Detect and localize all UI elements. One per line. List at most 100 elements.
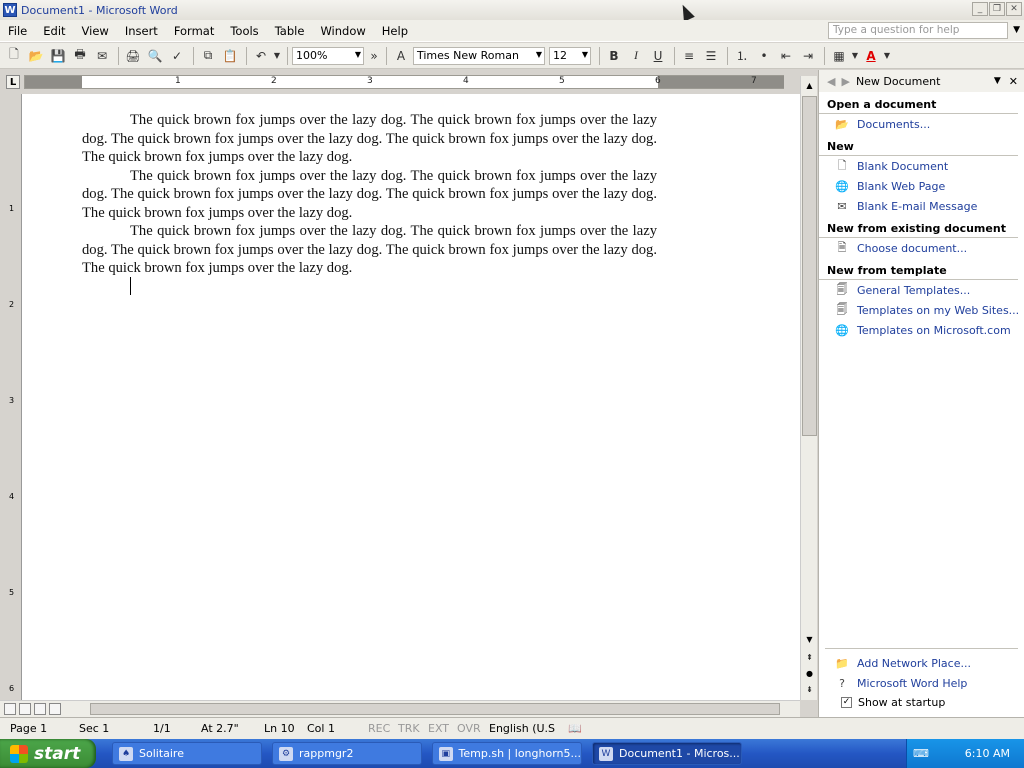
paragraph[interactable]: The quick brown fox jumps over the lazy … bbox=[82, 222, 657, 278]
paste-icon[interactable]: 📋 bbox=[220, 46, 240, 66]
undo-icon[interactable]: ↶ bbox=[251, 46, 271, 66]
link-label: Templates on Microsoft.com bbox=[857, 323, 1011, 337]
link-word-help[interactable]: ? Microsoft Word Help bbox=[819, 673, 1024, 693]
link-choose-document[interactable]: 🗎 Choose document... bbox=[819, 238, 1024, 258]
horizontal-scrollbar[interactable] bbox=[0, 700, 800, 717]
status-rec[interactable]: REC bbox=[368, 722, 390, 735]
status-trk[interactable]: TRK bbox=[398, 722, 420, 735]
ruler-number: 6 bbox=[655, 76, 661, 86]
print-icon[interactable]: 🖨 bbox=[123, 46, 143, 66]
zoom-dropdown-icon[interactable]: ▼ bbox=[355, 50, 361, 59]
minimize-button[interactable]: _ bbox=[972, 2, 988, 16]
taskbar-item-solitaire[interactable]: ♠ Solitaire bbox=[112, 742, 262, 765]
taskbar-item-temp-sh[interactable]: ▣ Temp.sh | longhorn5... bbox=[432, 742, 582, 765]
link-general-templates[interactable]: 🗐 General Templates... bbox=[819, 280, 1024, 300]
link-label: General Templates... bbox=[857, 283, 971, 297]
status-ovr[interactable]: OVR bbox=[457, 722, 481, 735]
link-templates-web-sites[interactable]: 🗐 Templates on my Web Sites... bbox=[819, 300, 1024, 320]
spelling-status-icon[interactable]: 📖 bbox=[568, 722, 582, 735]
link-blank-document[interactable]: 🗋 Blank Document bbox=[819, 156, 1024, 176]
link-blank-web-page[interactable]: 🌐 Blank Web Page bbox=[819, 176, 1024, 196]
spelling-icon[interactable]: ✓ bbox=[167, 46, 187, 66]
menu-tools[interactable]: Tools bbox=[222, 24, 266, 38]
outline-view-icon[interactable] bbox=[49, 703, 61, 715]
decrease-indent-icon[interactable]: ⇤ bbox=[776, 46, 796, 66]
permission-icon[interactable]: 🖶 bbox=[70, 46, 90, 66]
menu-file[interactable]: File bbox=[0, 24, 35, 38]
open-folder-icon[interactable]: 📂 bbox=[26, 46, 46, 66]
menu-insert[interactable]: Insert bbox=[117, 24, 166, 38]
document-body[interactable]: The quick brown fox jumps over the lazy … bbox=[82, 111, 657, 278]
borders-icon[interactable]: ▦ bbox=[829, 46, 849, 66]
save-icon[interactable]: 💾 bbox=[48, 46, 68, 66]
underline-button[interactable]: U bbox=[648, 46, 668, 66]
zoom-combo[interactable]: 100% ▼ bbox=[292, 46, 364, 65]
toolbar-options-icon[interactable]: » bbox=[368, 46, 380, 66]
styles-icon[interactable]: A bbox=[391, 46, 411, 66]
restore-button[interactable]: ❐ bbox=[989, 2, 1005, 16]
taskbar-item-rappmgr2[interactable]: ⚙ rappmgr2 bbox=[272, 742, 422, 765]
status-ext[interactable]: EXT bbox=[428, 722, 449, 735]
link-documents[interactable]: 📂 Documents... bbox=[819, 114, 1024, 134]
print-preview-icon[interactable]: 🔍 bbox=[145, 46, 165, 66]
word-app-icon[interactable]: W bbox=[3, 3, 17, 17]
borders-dropdown-icon[interactable]: ▼ bbox=[851, 46, 859, 66]
align-left-icon[interactable]: ≡ bbox=[679, 46, 699, 66]
back-arrow-icon[interactable]: ◀ bbox=[827, 75, 835, 88]
paragraph[interactable]: The quick brown fox jumps over the lazy … bbox=[82, 167, 657, 223]
horizontal-scroll-thumb[interactable] bbox=[90, 703, 780, 715]
vertical-ruler[interactable]: 1 2 3 4 5 6 bbox=[0, 94, 22, 700]
menu-edit[interactable]: Edit bbox=[35, 24, 73, 38]
clock[interactable]: 6:10 AM bbox=[965, 747, 1010, 760]
normal-view-icon[interactable] bbox=[4, 703, 16, 715]
tab-selector-icon[interactable]: L bbox=[6, 75, 20, 89]
menu-help[interactable]: Help bbox=[374, 24, 416, 38]
scroll-up-icon[interactable]: ▲ bbox=[802, 78, 817, 92]
task-pane-menu-icon[interactable]: ▼ bbox=[994, 76, 1001, 86]
font-size-combo[interactable]: 12 ▼ bbox=[549, 46, 591, 65]
horizontal-ruler[interactable]: 1 2 3 4 5 6 7 bbox=[24, 75, 784, 89]
link-blank-email[interactable]: ✉ Blank E-mail Message bbox=[819, 196, 1024, 216]
increase-indent-icon[interactable]: ⇥ bbox=[798, 46, 818, 66]
align-center-icon[interactable]: ☰ bbox=[701, 46, 721, 66]
web-layout-icon[interactable] bbox=[19, 703, 31, 715]
close-button[interactable]: ✕ bbox=[1006, 2, 1022, 16]
print-layout-icon[interactable] bbox=[34, 703, 46, 715]
next-page-icon[interactable]: ⇟ bbox=[802, 682, 817, 696]
previous-page-icon[interactable]: ⇞ bbox=[802, 650, 817, 664]
show-at-startup-checkbox[interactable]: ✓ Show at startup bbox=[819, 693, 1024, 711]
undo-dropdown-icon[interactable]: ▼ bbox=[273, 46, 281, 66]
link-add-network-place[interactable]: 📁 Add Network Place... bbox=[819, 653, 1024, 673]
scroll-down-icon[interactable]: ▼ bbox=[802, 632, 817, 646]
task-pane-close-icon[interactable]: ✕ bbox=[1009, 75, 1018, 88]
menu-format[interactable]: Format bbox=[166, 24, 223, 38]
email-icon[interactable]: ✉ bbox=[92, 46, 112, 66]
keyboard-icon[interactable]: ⌨ bbox=[913, 747, 929, 760]
menu-window[interactable]: Window bbox=[312, 24, 373, 38]
vertical-scrollbar[interactable]: ▲ ▼ ⇞ ● ⇟ bbox=[800, 76, 817, 700]
font-combo[interactable]: Times New Roman ▼ bbox=[413, 46, 545, 65]
select-browse-object-icon[interactable]: ● bbox=[802, 666, 817, 680]
numbering-icon[interactable]: ⒈ bbox=[732, 46, 752, 66]
checkbox-icon[interactable]: ✓ bbox=[841, 696, 852, 708]
word-icon: W bbox=[599, 746, 613, 761]
link-templates-microsoft[interactable]: 🌐 Templates on Microsoft.com bbox=[819, 320, 1024, 340]
bullets-icon[interactable]: • bbox=[754, 46, 774, 66]
bold-button[interactable]: B bbox=[604, 46, 624, 66]
start-button[interactable]: start bbox=[0, 739, 96, 768]
font-color-dropdown-icon[interactable]: ▼ bbox=[883, 46, 891, 66]
paragraph[interactable]: The quick brown fox jumps over the lazy … bbox=[82, 111, 657, 167]
font-color-icon[interactable]: A bbox=[861, 46, 881, 66]
font-dropdown-icon[interactable]: ▼ bbox=[536, 50, 542, 59]
vertical-scroll-thumb[interactable] bbox=[802, 96, 817, 436]
italic-button[interactable]: I bbox=[626, 46, 646, 66]
menu-view[interactable]: View bbox=[74, 24, 117, 38]
help-dropdown-icon[interactable]: ▼ bbox=[1013, 25, 1020, 35]
menu-table[interactable]: Table bbox=[267, 24, 313, 38]
forward-arrow-icon[interactable]: ▶ bbox=[841, 75, 849, 88]
help-question-input[interactable]: Type a question for help bbox=[828, 22, 1008, 39]
taskbar-item-word[interactable]: W Document1 - Micros... bbox=[592, 742, 742, 765]
copy-icon[interactable]: ⧉ bbox=[198, 46, 218, 66]
size-dropdown-icon[interactable]: ▼ bbox=[582, 50, 588, 59]
new-document-icon[interactable]: 🗋 bbox=[4, 46, 24, 66]
